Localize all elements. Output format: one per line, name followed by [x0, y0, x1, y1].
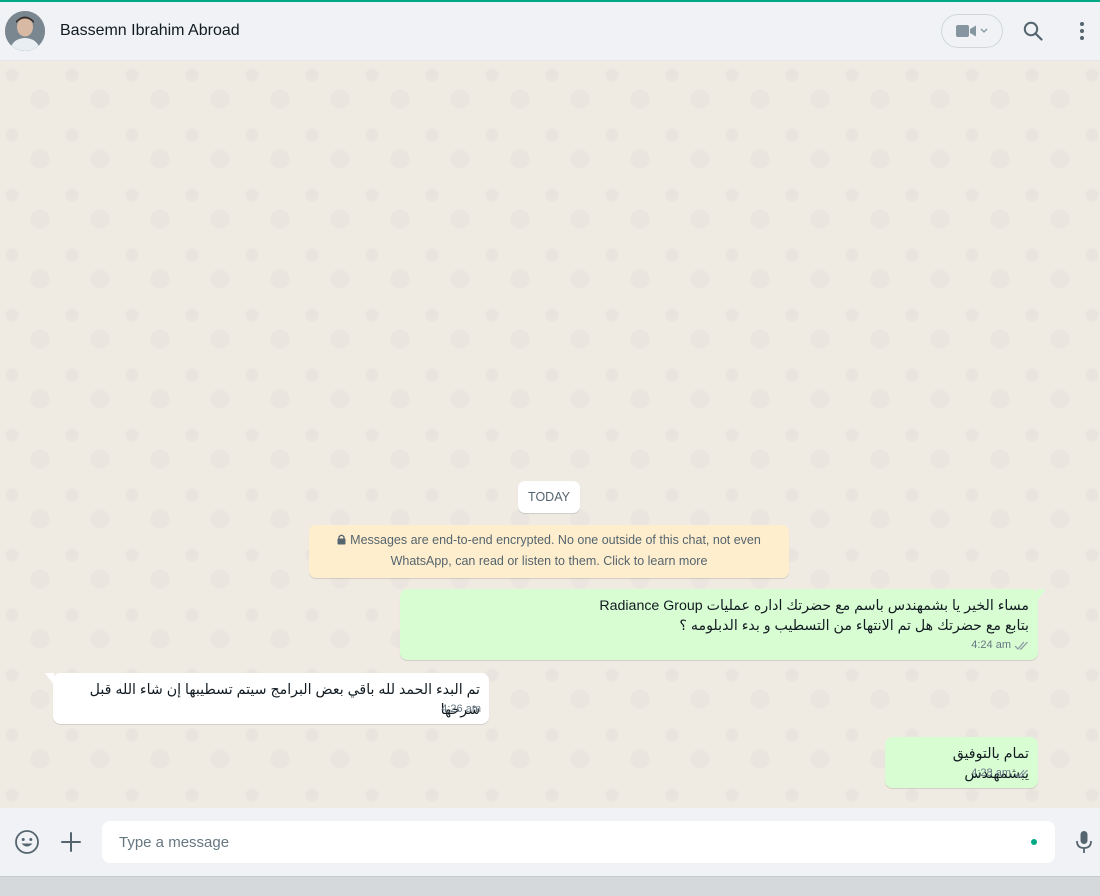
- chevron-down-icon: [980, 28, 988, 33]
- microphone-icon: [1076, 831, 1092, 853]
- status-dot: [1031, 839, 1037, 845]
- message-input-wrapper: [102, 821, 1055, 863]
- message-composer: [0, 808, 1100, 876]
- message-time: 4:26 am: [441, 703, 481, 715]
- attach-button[interactable]: [59, 830, 83, 854]
- message-time: 4:24 am: [971, 639, 1011, 651]
- message-bubble[interactable]: تم البدء الحمد لله باقي بعض البرامج سيتم…: [45, 673, 489, 724]
- message-meta: 4:26 am: [441, 699, 481, 719]
- date-divider: TODAY: [518, 481, 580, 513]
- chat-area[interactable]: TODAY Messages are end-to-end encrypted.…: [0, 61, 1100, 808]
- encryption-notice[interactable]: Messages are end-to-end encrypted. No on…: [309, 525, 789, 578]
- window-bottom-edge: [0, 876, 1100, 896]
- avatar-portrait: [5, 11, 45, 51]
- encryption-text-2: WhatsApp, can read or listen to them. Cl…: [390, 554, 708, 568]
- message-text: تم البدء الحمد لله باقي بعض البرامج سيتم…: [89, 682, 480, 718]
- kebab-menu-icon: [1080, 22, 1084, 40]
- message-bubble[interactable]: تمام بالتوفيق يبشمهندس 4:28 am: [885, 737, 1038, 788]
- avatar[interactable]: [5, 11, 45, 51]
- message-time: 4:28 am: [971, 767, 1011, 779]
- message-text: مساء الخير يا بشمهندس باسم مع حضرتك ادار…: [599, 598, 1029, 634]
- menu-button[interactable]: [1070, 19, 1094, 43]
- chat-header: Bassemn Ibrahim Abroad: [0, 2, 1100, 61]
- double-check-icon: [1014, 769, 1028, 778]
- search-button[interactable]: [1021, 19, 1045, 43]
- message-bubble[interactable]: مساء الخير يا بشمهندس باسم مع حضرتك ادار…: [400, 589, 1046, 660]
- message-meta: 4:24 am: [971, 635, 1030, 655]
- message-meta: 4:28 am: [971, 763, 1030, 783]
- bubble-tail: [45, 673, 54, 685]
- bubble-tail: [1037, 589, 1046, 601]
- voice-message-button[interactable]: [1072, 830, 1096, 854]
- emoji-button[interactable]: [14, 829, 40, 855]
- video-camera-icon: [956, 25, 976, 37]
- search-icon: [1023, 21, 1043, 41]
- message-input[interactable]: [102, 821, 1055, 863]
- contact-name[interactable]: Bassemn Ibrahim Abroad: [60, 22, 240, 40]
- double-check-icon: [1014, 641, 1028, 650]
- lock-icon: [337, 534, 346, 545]
- emoji-icon: [15, 830, 39, 854]
- plus-icon: [61, 832, 81, 852]
- video-call-button[interactable]: [941, 14, 1003, 48]
- header-actions: [941, 14, 1100, 48]
- encryption-text-1: Messages are end-to-end encrypted. No on…: [350, 533, 761, 547]
- encryption-line-1: Messages are end-to-end encrypted. No on…: [309, 530, 789, 551]
